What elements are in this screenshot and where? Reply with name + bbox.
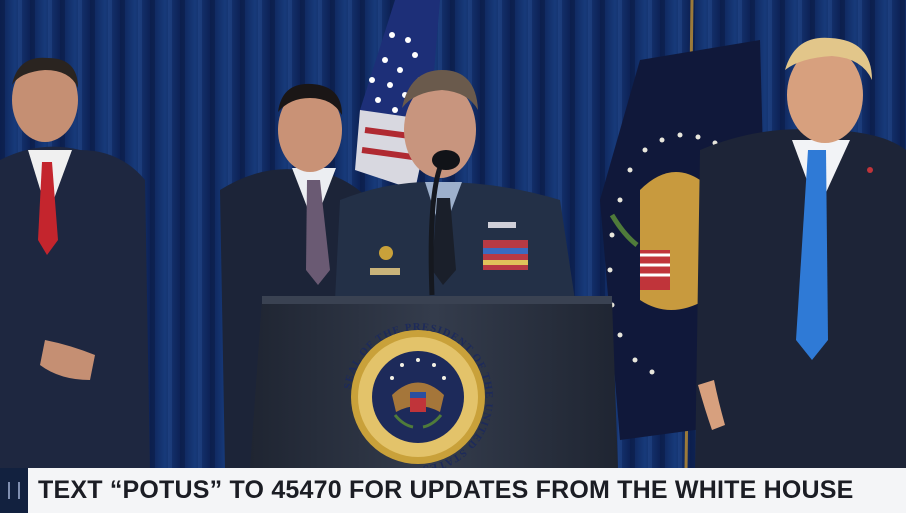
network-logo-icon: [0, 468, 28, 513]
video-frame: SEAL OF THE PRESIDENT OF THE UNITED STAT…: [0, 0, 906, 513]
press-briefing-scene: SEAL OF THE PRESIDENT OF THE UNITED STAT…: [0, 0, 906, 474]
news-ticker: TEXT “POTUS” TO 45470 FOR UPDATES FROM T…: [0, 468, 906, 513]
ticker-text: TEXT “POTUS” TO 45470 FOR UPDATES FROM T…: [38, 476, 854, 504]
